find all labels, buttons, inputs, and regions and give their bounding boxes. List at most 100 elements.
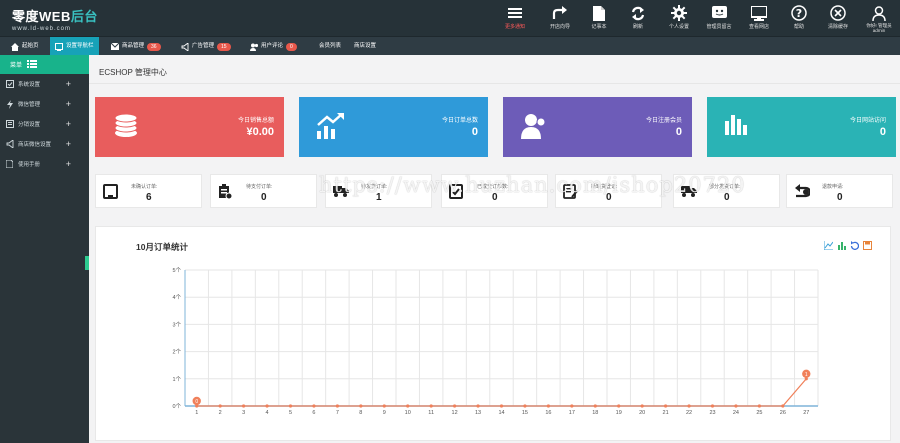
logo-subtitle: www.ld-web.com: [12, 26, 72, 32]
data-point: [734, 404, 738, 408]
line-chart-icon[interactable]: [823, 241, 834, 252]
data-point: [242, 404, 246, 408]
data-point: [687, 404, 691, 408]
stat-card-members[interactable]: 今日注册会员 0: [503, 97, 692, 157]
tab-nav-settings[interactable]: 设置导航栏: [50, 37, 99, 56]
order-value: 0: [724, 192, 730, 203]
tab-badge: 15: [217, 42, 231, 51]
order-line-chart: 0个1个2个3个4个5个1 2 3 4 5 6 7 8 9 10 11 12 13 14 15 16 17 18 1…: [172, 267, 819, 416]
share-icon: [542, 3, 578, 23]
y-tick-label: 5个: [172, 267, 181, 274]
monitor-icon: [741, 3, 777, 23]
expand-icon[interactable]: +: [66, 119, 71, 129]
order-card-refund[interactable]: 退款申请: 0: [786, 174, 893, 208]
order-card-out-of-stock[interactable]: 新缺货登记: 0: [555, 174, 662, 208]
admin-message-button[interactable]: 管理员留言: [701, 3, 737, 35]
x-tick-label: 16: [545, 410, 551, 416]
home-icon: [11, 42, 19, 51]
bar-chart-icon[interactable]: [837, 241, 846, 252]
x-tick-label: 5: [289, 410, 292, 416]
data-label: 1: [805, 372, 808, 378]
chart-title: 10月订单统计: [136, 242, 188, 252]
order-card-partial-shipped[interactable]: 部分发货订单: 0: [673, 174, 780, 208]
tab-label: 商品管理: [122, 43, 145, 49]
notepad-button[interactable]: 记事本: [581, 3, 617, 35]
members-icon: [519, 111, 549, 143]
tab-goods[interactable]: 商品管理 36: [106, 37, 166, 56]
data-point: [710, 404, 715, 408]
data-point: [640, 404, 644, 408]
y-tick-label: 3个: [172, 321, 181, 328]
tab-label: 商店设置: [354, 43, 377, 49]
x-tick-label: 12: [452, 410, 458, 416]
tab-ads[interactable]: 广告管理 15: [176, 37, 236, 56]
order-card-unconfirmed[interactable]: 未确认订单: 6: [95, 174, 202, 208]
x-tick-label: 11: [428, 410, 434, 416]
clipboard-icon: [218, 184, 233, 201]
toolbar-label: 查看网店: [748, 24, 769, 30]
sidebar-item-manual[interactable]: 使用手册 +: [0, 154, 89, 174]
save-image-icon[interactable]: [863, 241, 872, 252]
stat-label: 今日网站访问: [849, 118, 886, 124]
view-shop-button[interactable]: 查看网店: [741, 3, 777, 35]
tab-member-list[interactable]: 会员列表: [314, 37, 346, 56]
sidebar: 菜单 系统设置 + 微信管理 + 分销设置 + 商店微信设置 + 使用手册 +: [0, 55, 90, 443]
order-value: 0: [492, 192, 498, 203]
user-menu[interactable]: 你好! 管理员 admin: [860, 3, 898, 35]
sidebar-item-label: 微信管理: [18, 102, 41, 108]
personal-settings-button[interactable]: 个人设置: [661, 3, 697, 35]
expand-icon[interactable]: +: [66, 99, 71, 109]
refresh-button[interactable]: 刷新: [620, 3, 656, 35]
order-label: 新缺货登记:: [591, 184, 618, 190]
setup-wizard-button[interactable]: 开店向导: [542, 3, 578, 35]
help-button[interactable]: ? 帮助: [781, 3, 817, 35]
more-notices-button[interactable]: 更多通知: [497, 3, 533, 35]
tab-bar: 起始页 设置导航栏 商品管理 36 广告管理 15 用户评论 0 会员列表 商店…: [0, 36, 900, 56]
notepad-icon: [581, 3, 617, 23]
order-card-to-ship[interactable]: 待发货订单: 1: [325, 174, 432, 208]
stat-card-orders[interactable]: 今日订单总数 0: [299, 97, 488, 157]
expand-icon[interactable]: +: [66, 79, 71, 89]
order-label: 未确认订单:: [131, 184, 158, 190]
data-point: [359, 404, 363, 408]
chart-toolbox: [823, 241, 872, 252]
data-point: [757, 404, 761, 408]
logo[interactable]: 零度WEB后台 www.ld-web.com: [12, 6, 98, 32]
message-icon: [701, 3, 737, 23]
stat-card-sales[interactable]: 今日销售总额 ¥0.00: [95, 97, 284, 157]
order-card-completed[interactable]: 已成交订单数: 0: [441, 174, 548, 208]
expand-icon[interactable]: +: [66, 139, 71, 149]
sidebar-item-label: 系统设置: [18, 82, 41, 88]
data-point: [546, 404, 550, 408]
stat-card-visits[interactable]: 今日网站访问 0: [707, 97, 896, 157]
sidebar-item-distribution[interactable]: 分销设置 +: [0, 114, 89, 134]
stat-label: 今日销售总额: [237, 118, 274, 124]
doc-icon: [5, 160, 14, 169]
logo-main: 零度WEB: [12, 9, 71, 24]
tab-home[interactable]: 起始页: [6, 37, 44, 56]
x-tick-label: 8: [359, 410, 362, 416]
expand-icon[interactable]: +: [66, 159, 71, 169]
x-tick-label: 10: [405, 410, 411, 416]
sidebar-item-system[interactable]: 系统设置 +: [0, 74, 89, 94]
x-tick-label: 22: [686, 410, 692, 416]
toolbar-label: 更多通知: [504, 24, 525, 30]
order-value: 6: [146, 192, 152, 203]
tab-comments[interactable]: 用户评论 0: [245, 37, 302, 56]
refresh-icon[interactable]: [850, 241, 860, 252]
dashboard-icon: [55, 42, 63, 51]
clear-cache-button[interactable]: 清除缓存: [820, 3, 856, 35]
tablet-icon: [103, 184, 118, 201]
tab-shop-settings[interactable]: 商店设置: [349, 37, 381, 56]
data-label: 0: [195, 399, 198, 405]
order-card-unpaid[interactable]: 待支付订单: 0: [210, 174, 317, 208]
checkbox-icon: [5, 80, 14, 89]
stat-value: 0: [879, 126, 886, 138]
sidebar-header[interactable]: 菜单: [0, 55, 89, 74]
data-point: [335, 404, 339, 408]
sidebar-item-wechat[interactable]: 微信管理 +: [0, 94, 89, 114]
tab-badge: 0: [286, 42, 297, 51]
sidebar-item-shop-wechat[interactable]: 商店微信设置 +: [0, 134, 89, 154]
truck-icon: [681, 184, 697, 199]
megaphone-icon: [181, 42, 189, 51]
